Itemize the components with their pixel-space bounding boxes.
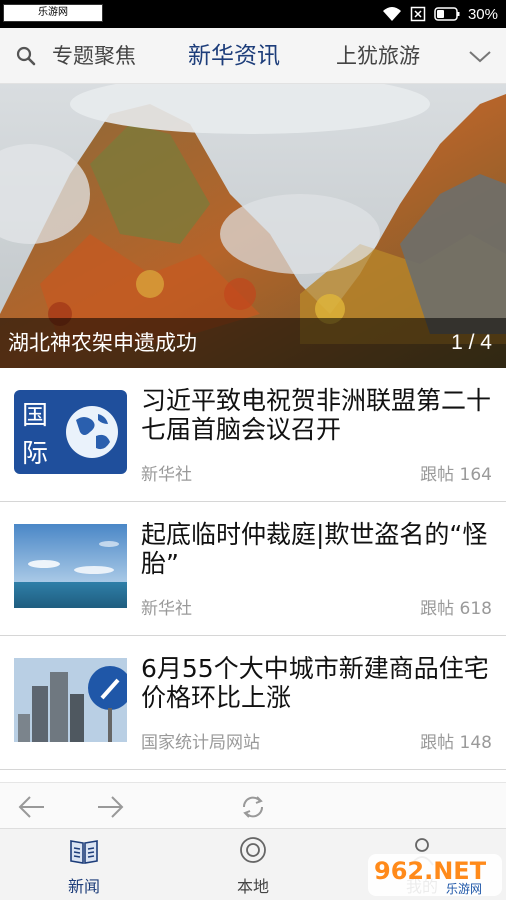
site-logo-watermark: 962.NET 乐游网 [368, 854, 502, 896]
news-source: 新华社 [141, 599, 192, 619]
browser-toolbar [0, 782, 506, 828]
news-title: 习近平致电祝贺非洲联盟第二十七届首脑会议召开 [141, 386, 492, 444]
thumb-text-2: 际 [22, 439, 48, 469]
news-item[interactable]: 6月55个大中城市新建商品住宅价格环比上涨 国家统计局网站 跟帖 148 [0, 636, 506, 770]
sea-horizon-thumbnail [14, 524, 127, 608]
news-title: 起底临时仲裁庭|欺世盗名的“怪胎” [141, 520, 488, 578]
news-comment-count: 跟帖 164 [420, 465, 492, 485]
headline-carousel[interactable]: 湖北神农架申遗成功 1 / 4 [0, 84, 506, 368]
news-item[interactable]: 起底临时仲裁庭|欺世盗名的“怪胎” 新华社 跟帖 618 [0, 502, 506, 636]
battery-percent: 30% [467, 5, 498, 23]
no-sim-icon [410, 6, 426, 22]
status-icons: 30% [382, 0, 498, 28]
refresh-icon[interactable] [237, 793, 269, 821]
tab-xinhua-news[interactable]: 新华资讯 [188, 28, 280, 84]
news-title: 6月55个大中城市新建商品住宅价格环比上涨 [141, 654, 489, 712]
guoji-globe-thumbnail: 国 际 [14, 390, 127, 474]
arrow-right-icon[interactable] [94, 793, 126, 821]
wifi-icon [382, 6, 402, 22]
nav-news-label: 新闻 [67, 877, 100, 896]
battery-icon [434, 7, 460, 21]
chevron-down-icon[interactable] [466, 44, 494, 68]
city-buildings-thumbnail [14, 658, 127, 742]
news-comment-count: 跟帖 148 [420, 733, 492, 753]
top-tab-bar: 专题聚焦 新华资讯 上犹旅游 [0, 28, 506, 84]
nav-news[interactable]: 新闻 [34, 829, 134, 900]
carousel-counter: 1 / 4 [451, 331, 492, 354]
status-bar: 乐游网 www.962.net 30% [0, 0, 506, 34]
newspaper-icon [68, 835, 100, 867]
site-watermark: 乐游网 www.962.net [3, 4, 103, 34]
nav-local-label: 本地 [236, 877, 269, 896]
nav-local[interactable]: 本地 [203, 829, 303, 900]
carousel-caption-bar: 湖北神农架申遗成功 1 / 4 [0, 318, 506, 368]
location-icon [237, 835, 269, 867]
tab-shangyou-travel[interactable]: 上犹旅游 [336, 28, 420, 84]
thumb-text-1: 国 [22, 401, 48, 431]
carousel-caption: 湖北神农架申遗成功 [8, 331, 197, 355]
tab-special-focus[interactable]: 专题聚焦 [52, 28, 136, 84]
logo-subtext: 乐游网 [446, 882, 482, 896]
news-comment-count: 跟帖 618 [420, 599, 492, 619]
arrow-left-icon[interactable] [16, 793, 48, 821]
news-item[interactable]: 国 际 习近平致电祝贺非洲联盟第二十七届首脑会议召开 新华社 跟帖 164 [0, 368, 506, 502]
search-icon[interactable] [16, 46, 36, 66]
news-source: 新华社 [141, 465, 192, 485]
news-source: 国家统计局网站 [141, 733, 260, 753]
logo-number: 962.NET [374, 857, 487, 885]
